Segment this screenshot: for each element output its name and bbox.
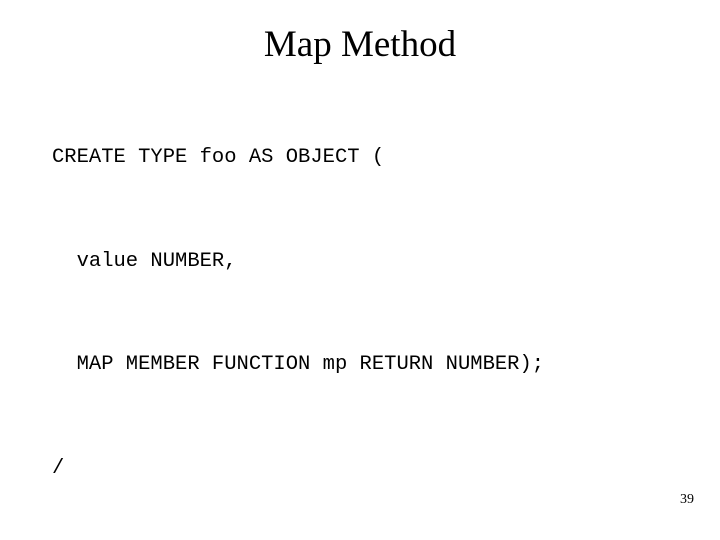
page-title: Map Method <box>263 24 457 65</box>
code-line: value NUMBER, <box>52 249 237 273</box>
page-number: 39 <box>680 492 694 507</box>
code-line: MAP MEMBER FUNCTION mp RETURN NUMBER); <box>52 353 545 376</box>
slide: Map Method CREATE TYPE foo AS OBJECT ( v… <box>0 0 720 540</box>
code-line: CREATE TYPE foo AS OBJECT ( <box>52 146 385 169</box>
code-block: CREATE TYPE foo AS OBJECT ( value NUMBER… <box>52 72 712 540</box>
code-line: / <box>52 456 65 480</box>
